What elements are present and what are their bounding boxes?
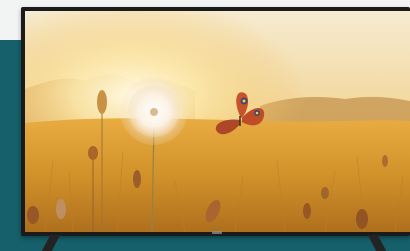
lens-haze: [25, 11, 410, 232]
screen-image: [25, 11, 410, 232]
product-photo: [0, 0, 410, 251]
brand-logo: [212, 231, 222, 234]
tv-screen: [25, 11, 410, 232]
